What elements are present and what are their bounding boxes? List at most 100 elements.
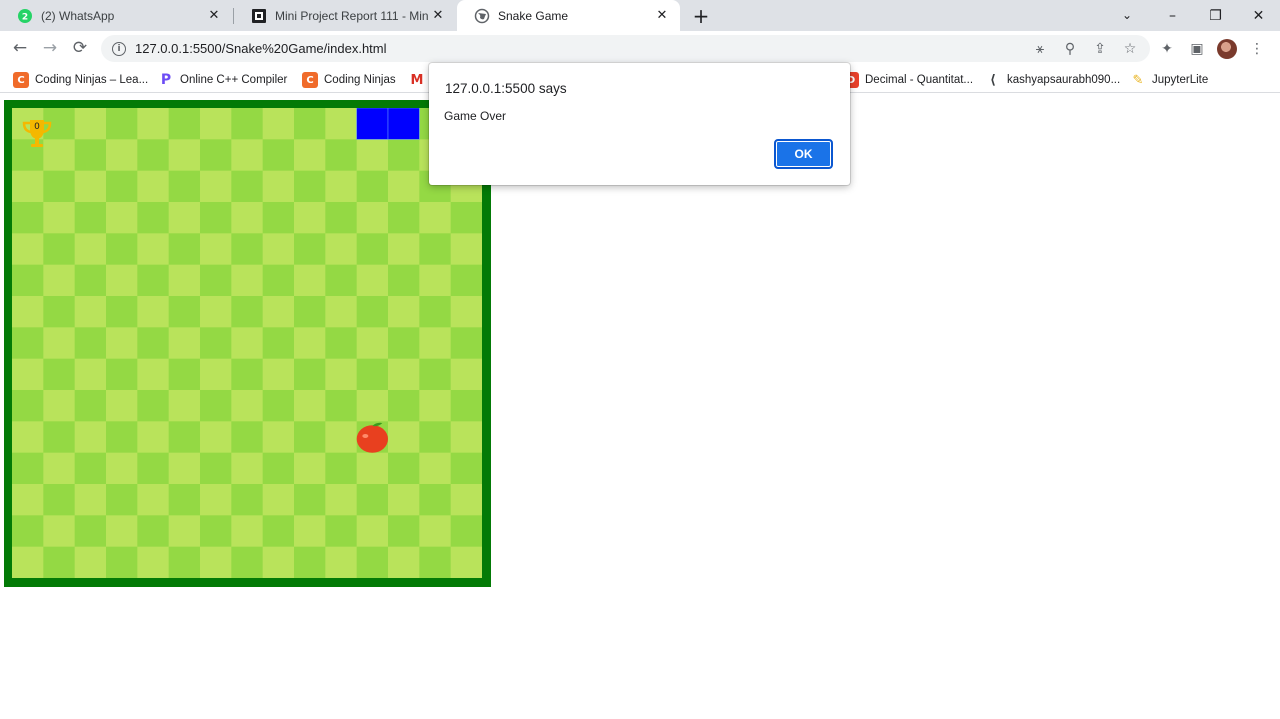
board-cell (262, 264, 295, 297)
coding-ninjas-icon: C (302, 72, 318, 88)
bookmark-gmail[interactable]: M (409, 70, 431, 90)
board-cell (356, 390, 389, 422)
board-cell (200, 139, 232, 172)
board-cell (419, 546, 452, 578)
close-icon[interactable]: ✕ (652, 6, 672, 26)
board-cell (262, 170, 295, 203)
board-cell (168, 390, 201, 422)
bookmark-label: Coding Ninjas (324, 74, 396, 86)
board-cell (43, 452, 76, 485)
game-canvas[interactable] (12, 108, 482, 578)
avatar[interactable] (1217, 38, 1237, 59)
board-cell (74, 358, 107, 391)
board-cell (200, 358, 232, 391)
bookmark-online-cpp-compiler[interactable]: P Online C++ Compiler (158, 70, 288, 90)
board-cell (450, 358, 482, 391)
board-cell (200, 546, 232, 578)
forward-button[interactable]: → (36, 34, 64, 62)
board-cell (200, 170, 232, 203)
programiz-icon: P (160, 72, 172, 88)
board-cell (106, 139, 138, 172)
board-cell (419, 452, 452, 485)
board-cell (450, 546, 482, 578)
board-cell (262, 358, 295, 391)
board-cell (231, 421, 264, 454)
ok-button[interactable]: OK (774, 139, 833, 169)
board-cell (388, 390, 420, 422)
board-cell (231, 327, 264, 360)
board-cell (294, 296, 326, 328)
tab-mini-project-report[interactable]: Mini Project Report 111 - Mini Pr ✕ (234, 0, 456, 31)
board-cell (43, 358, 76, 391)
close-window-button[interactable]: ✕ (1237, 0, 1280, 31)
snake-segment (387, 108, 420, 140)
bookmark-decimal[interactable]: D Decimal - Quantitat... (843, 70, 973, 90)
board-cell (12, 264, 44, 297)
board-cell (106, 515, 138, 548)
side-panel-icon[interactable]: ▣ (1182, 35, 1212, 62)
new-tab-button[interactable]: + (687, 2, 715, 30)
board-cell (356, 233, 389, 266)
restore-button[interactable]: ❐ (1194, 0, 1237, 31)
board-cell (450, 233, 482, 266)
board-cell (168, 233, 201, 266)
board-cell (419, 515, 452, 548)
board-cell (231, 452, 264, 485)
share-icon[interactable]: ⇪ (1085, 41, 1115, 57)
bookmark-kashyap[interactable]: ⟨ kashyapsaurabh090... (985, 70, 1120, 90)
minimize-button[interactable]: – (1151, 0, 1194, 31)
board-cell (325, 421, 358, 454)
tab-title: (2) WhatsApp (41, 8, 115, 23)
menu-icon[interactable]: ⋮ (1242, 35, 1272, 62)
board-cell (137, 327, 170, 360)
game-board-frame: 0 (4, 100, 491, 587)
board-cell (231, 358, 264, 391)
url-text[interactable]: 127.0.0.1:5500/Snake%20Game/index.html (135, 41, 387, 56)
board-cell (294, 233, 326, 266)
close-icon[interactable]: ✕ (204, 6, 224, 26)
board-cell (137, 390, 170, 422)
chevron-down-icon[interactable]: ⌄ (1113, 2, 1141, 28)
board-cell (356, 358, 389, 391)
gmail-icon: M (410, 72, 424, 88)
translate-icon[interactable]: ⚹ (1025, 41, 1055, 57)
bookmark-star-icon[interactable]: ☆ (1115, 41, 1145, 57)
reload-button[interactable]: ⟳ (66, 34, 94, 62)
board-cell (262, 546, 295, 578)
board-cell (388, 452, 420, 485)
board-cell (43, 296, 76, 328)
board-cell (356, 327, 389, 360)
board-cell (12, 484, 44, 516)
board-cell (106, 233, 138, 266)
extensions-icon[interactable]: ✦ (1152, 35, 1182, 62)
bookmark-coding-ninjas[interactable]: C Coding Ninjas (302, 70, 396, 90)
bookmark-jupyterlite[interactable]: ✎ JupyterLite (1130, 70, 1209, 90)
board-cell (74, 108, 107, 140)
board-cell (231, 264, 264, 297)
back-button[interactable]: ← (6, 34, 34, 62)
bookmark-coding-ninjas-learn[interactable]: C Coding Ninjas – Lea... (13, 70, 148, 90)
board-cell (12, 390, 44, 422)
zoom-icon[interactable]: ⚲ (1055, 41, 1085, 57)
address-bar[interactable]: i 127.0.0.1:5500/Snake%20Game/index.html… (101, 35, 1150, 62)
board-cell (168, 108, 201, 140)
board-cell (294, 170, 326, 203)
info-icon[interactable]: i (112, 41, 126, 56)
board-cell (419, 233, 452, 266)
board-cell (419, 484, 452, 516)
document-icon (251, 8, 267, 24)
kashyap-icon: ⟨ (990, 72, 996, 88)
alert-dialog: 127.0.0.1:5500 says Game Over OK (429, 63, 850, 185)
board-cell (294, 264, 326, 297)
jupyterlite-icon: ✎ (1132, 72, 1144, 88)
tab-snake-game[interactable]: Snake Game ✕ (457, 0, 680, 31)
tab-whatsapp[interactable]: 2 (2) WhatsApp ✕ (0, 0, 232, 31)
board-cell (43, 484, 76, 516)
close-icon[interactable]: ✕ (428, 6, 448, 26)
bookmark-label: Online C++ Compiler (180, 74, 288, 86)
board-cell (388, 233, 420, 266)
board-cell (356, 484, 389, 516)
board-cell (262, 233, 295, 266)
board-cell (106, 546, 138, 578)
board-cell (43, 421, 76, 454)
